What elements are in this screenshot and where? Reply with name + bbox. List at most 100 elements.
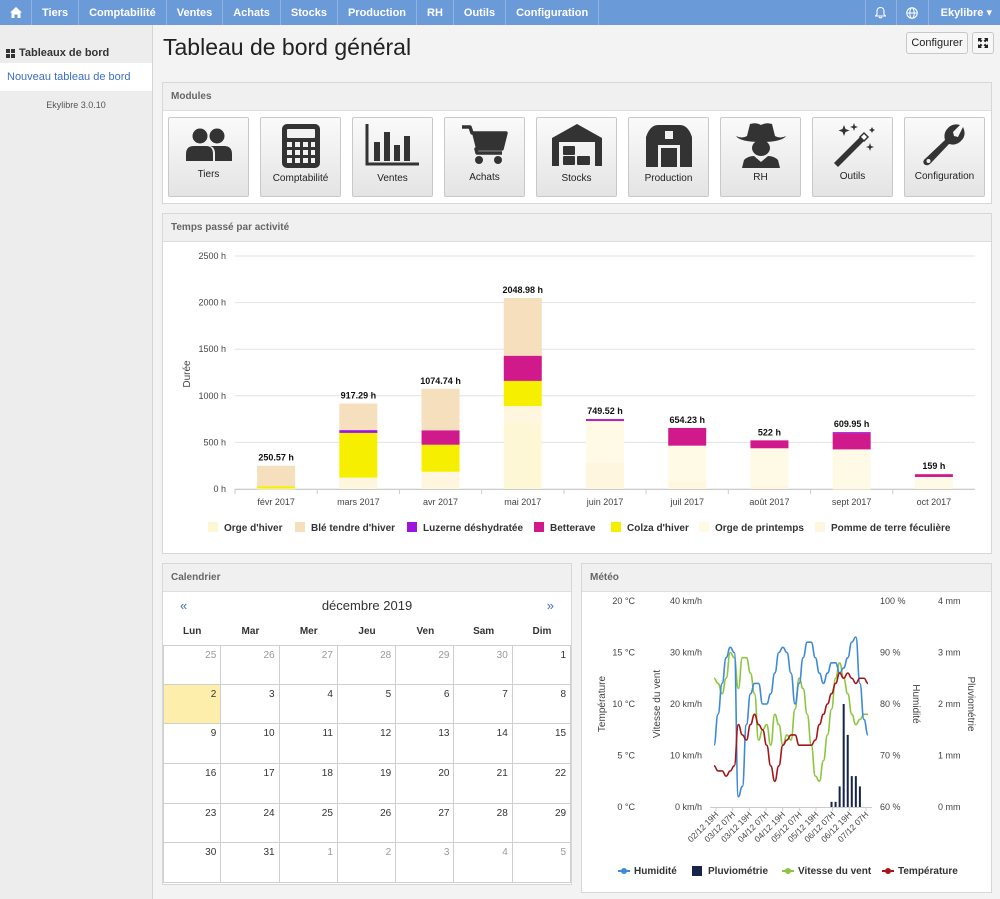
calendar-day[interactable]: 5 [337,684,397,725]
legend-item: Pluviométrie [692,866,768,877]
bar-segment [257,488,296,490]
bar-segment [339,430,378,433]
calendar-day[interactable]: 3 [396,843,455,884]
weekday-label: Jeu [358,626,376,637]
calendar-day[interactable]: 15 [512,724,572,765]
nav-production[interactable]: Production [338,0,418,25]
bar-segment [586,462,624,489]
legend-label: Luzerne déshydratée [423,523,523,534]
x-tick-label: avr 2017 [423,497,458,507]
y-axis-label: Vitesse du vent [652,670,663,738]
x-tick-label: août 2017 [749,497,789,507]
calendar-day[interactable]: 9 [163,724,222,765]
nav-rh[interactable]: RH [417,0,454,25]
bar-segment [503,406,542,422]
y-tick-label: 40 km/h [670,596,702,606]
calendar-day[interactable]: 11 [279,724,338,765]
new-dashboard-link[interactable]: Nouveau tableau de bord [0,63,152,91]
calendar-day[interactable]: 30 [163,843,222,884]
configure-button[interactable]: Configurer [906,32,968,54]
home-button[interactable] [0,0,32,25]
calendar-day[interactable]: 27 [396,803,455,844]
module-outils[interactable]: Outils [812,117,893,197]
y-axis-label: Pluviométrie [965,676,976,731]
rain-bar [850,776,853,807]
calendar-day[interactable]: 24 [221,803,280,844]
x-tick-label: juil 2017 [669,497,704,507]
calendar-day[interactable]: 6 [396,684,455,725]
nav-stocks[interactable]: Stocks [281,0,338,25]
y-tick-label: 2000 h [198,298,226,308]
calendar-day[interactable]: 28 [337,645,397,685]
bar-segment [421,471,460,489]
calendar-day[interactable]: 25 [279,803,338,844]
calendar-day[interactable]: 4 [454,843,513,884]
rain-bar [854,776,857,807]
module-rh[interactable]: RH [720,117,801,197]
module-ventes[interactable]: Ventes [352,117,433,197]
calendar-day[interactable]: 12 [337,724,397,765]
language-button[interactable] [897,0,929,25]
x-tick-label: mai 2017 [504,497,541,507]
notifications-button[interactable] [864,0,897,25]
legend-item: Luzerne déshydratée [407,522,523,534]
bar-segment [832,488,871,490]
next-month-button[interactable]: » [547,598,554,613]
nav-outils[interactable]: Outils [454,0,507,25]
calendar-day[interactable]: 18 [279,764,338,804]
prev-month-button[interactable]: « [180,598,187,613]
calendar-day[interactable]: 22 [512,764,572,804]
calendar-day[interactable]: 14 [454,724,513,765]
y-tick-label: 20 km/h [670,699,702,709]
calendar-day[interactable]: 8 [512,684,572,725]
y-tick-label: 20 °C [612,596,635,606]
calendar-day[interactable]: 7 [454,684,513,725]
calendar-day[interactable]: 29 [396,645,455,685]
nav-tiers[interactable]: Tiers [32,0,80,25]
calendar-day[interactable]: 2 [337,843,397,884]
calendar-day[interactable]: 25 [163,645,222,685]
calendar-day[interactable]: 30 [454,645,513,685]
module-comptabilite[interactable]: Comptabilité [260,117,341,197]
fullscreen-button[interactable] [972,32,994,54]
calendar-day[interactable]: 19 [337,764,397,804]
calendar-day[interactable]: 4 [279,684,338,725]
calendar-day[interactable]: 27 [279,645,338,685]
calendar-day[interactable]: 21 [454,764,513,804]
user-menu[interactable]: Ekylibre ▾ [929,6,1000,19]
calendar-day[interactable]: 31 [221,843,280,884]
calendar-day[interactable]: 10 [221,724,280,765]
calendar-grid: 25 26 27 28 29 30 1 2 3 4 5 6 7 8 9 10 11 12 13 14 15 16 17 18 1… [163,645,572,884]
nav-configuration[interactable]: Configuration [506,0,600,25]
calendar-day[interactable]: 17 [221,764,280,804]
y-tick-label: 3 mm [938,648,961,658]
rain-bar [846,734,849,807]
calendar-day[interactable]: 26 [221,645,280,685]
calendar-day[interactable]: 13 [396,724,455,765]
calendar-day[interactable]: 5 [512,843,572,884]
legend-swatch [699,522,709,532]
bar-segment [503,355,542,381]
calendar-day[interactable]: 23 [163,803,222,844]
calendar-day[interactable]: 29 [512,803,572,844]
nav-ventes[interactable]: Ventes [167,0,224,25]
calculator-icon [281,124,320,168]
calendar-day[interactable]: 1 [512,645,572,685]
module-production[interactable]: Production [628,117,709,197]
nav-comptabilite[interactable]: Comptabilité [79,0,167,25]
calendar-day[interactable]: 20 [396,764,455,804]
module-configuration[interactable]: Configuration [904,117,985,197]
calendar-day[interactable]: 3 [221,684,280,725]
module-stocks[interactable]: Stocks [536,117,617,197]
dashboard-icon [6,48,15,58]
calendar-day[interactable]: 28 [454,803,513,844]
module-tiers[interactable]: Tiers [168,117,249,197]
calendar-day-today[interactable]: 2 [163,684,222,725]
y-tick-label: 100 % [880,596,906,606]
module-achats[interactable]: Achats [444,117,525,197]
nav-achats[interactable]: Achats [223,0,281,25]
expand-icon [978,38,988,48]
calendar-day[interactable]: 26 [337,803,397,844]
calendar-day[interactable]: 16 [163,764,222,804]
calendar-day[interactable]: 1 [279,843,338,884]
